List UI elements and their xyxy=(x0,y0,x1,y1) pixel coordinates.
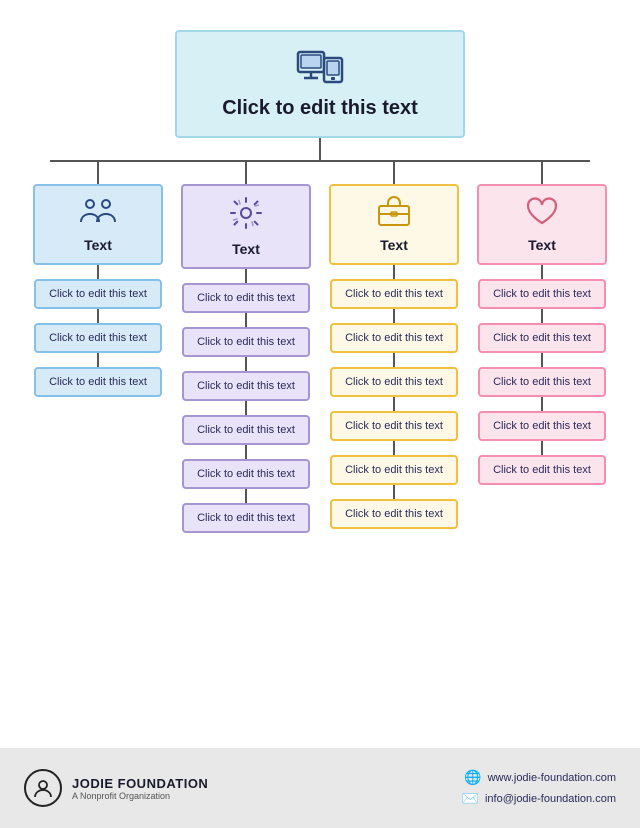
footer-right: 🌐 www.jodie-foundation.com ✉️ info@jodie… xyxy=(462,769,616,807)
branch-col-purple: Text Click to edit this text Click to edit… xyxy=(172,162,320,533)
leaf-node-purple-0[interactable]: Click to edit this text xyxy=(182,283,310,313)
leaf-node-pink-0[interactable]: Click to edit this text xyxy=(478,279,606,309)
leaf-connector-blue-2 xyxy=(97,353,99,367)
cat-node-pink[interactable]: Text xyxy=(477,184,607,265)
leaf-node-yellow-5[interactable]: Click to edit this text xyxy=(330,499,458,529)
leaf-node-purple-3[interactable]: Click to edit this text xyxy=(182,415,310,445)
leaf-connector-purple-5 xyxy=(245,489,247,503)
www-icon: 🌐 xyxy=(464,769,481,786)
cat-label-yellow: Text xyxy=(380,237,408,253)
leaf-node-purple-5[interactable]: Click to edit this text xyxy=(182,503,310,533)
website-text: www.jodie-foundation.com xyxy=(488,772,616,784)
briefcase-icon xyxy=(377,196,411,233)
leaf-node-blue-1[interactable]: Click to edit this text xyxy=(34,323,162,353)
leaf-node-pink-1[interactable]: Click to edit this text xyxy=(478,323,606,353)
leaf-connector-pink-0 xyxy=(541,265,543,279)
leaf-node-yellow-4[interactable]: Click to edit this text xyxy=(330,455,458,485)
branch-col-blue: Text Click to edit this text Click to edit… xyxy=(24,162,172,533)
branches-row: Text Click to edit this text Click to edit… xyxy=(20,162,620,533)
leaf-node-yellow-0[interactable]: Click to edit this text xyxy=(330,279,458,309)
leaf-connector-yellow-2 xyxy=(393,353,395,367)
footer-org-name: JODIE FOUNDATION A Nonprofit Organizatio… xyxy=(72,776,208,801)
cat-node-yellow[interactable]: Text xyxy=(329,184,459,265)
leaf-node-purple-2[interactable]: Click to edit this text xyxy=(182,371,310,401)
root-label: Click to edit this text xyxy=(222,97,418,120)
root-connector xyxy=(319,138,321,160)
leaf-connector-purple-4 xyxy=(245,445,247,459)
cat-node-blue[interactable]: Text xyxy=(33,184,163,265)
leaf-node-purple-4[interactable]: Click to edit this text xyxy=(182,459,310,489)
footer-left: JODIE FOUNDATION A Nonprofit Organizatio… xyxy=(24,769,208,807)
settings-icon xyxy=(229,196,263,237)
leaf-connector-pink-3 xyxy=(541,397,543,411)
leaf-connector-purple-1 xyxy=(245,313,247,327)
leaf-connector-yellow-0 xyxy=(393,265,395,279)
leaf-connector-blue-1 xyxy=(97,309,99,323)
leaf-node-yellow-1[interactable]: Click to edit this text xyxy=(330,323,458,353)
leaf-connector-purple-3 xyxy=(245,401,247,415)
footer: JODIE FOUNDATION A Nonprofit Organizatio… xyxy=(0,748,640,828)
leaf-connector-blue-0 xyxy=(97,265,99,279)
leaf-node-purple-1[interactable]: Click to edit this text xyxy=(182,327,310,357)
org-name: JODIE FOUNDATION xyxy=(72,776,208,791)
branch-col-pink: Text Click to edit this text Click to edit… xyxy=(468,162,616,533)
leaf-node-blue-0[interactable]: Click to edit this text xyxy=(34,279,162,309)
leaf-connector-yellow-3 xyxy=(393,397,395,411)
people-icon xyxy=(80,196,116,233)
branch-top-connector-yellow xyxy=(393,162,395,184)
leaf-node-pink-4[interactable]: Click to edit this text xyxy=(478,455,606,485)
email-text: info@jodie-foundation.com xyxy=(485,793,616,805)
leaf-connector-pink-2 xyxy=(541,353,543,367)
leaf-node-yellow-3[interactable]: Click to edit this text xyxy=(330,411,458,441)
branch-top-connector-purple xyxy=(245,162,247,184)
root-node[interactable]: Click to edit this text xyxy=(175,30,465,138)
leaf-connector-yellow-5 xyxy=(393,485,395,499)
leaf-connector-yellow-4 xyxy=(393,441,395,455)
logo-circle xyxy=(24,769,62,807)
email-row: ✉️ info@jodie-foundation.com xyxy=(462,790,616,807)
leaf-node-pink-2[interactable]: Click to edit this text xyxy=(478,367,606,397)
leaf-connector-pink-1 xyxy=(541,309,543,323)
website-row: 🌐 www.jodie-foundation.com xyxy=(464,769,616,786)
leaf-node-yellow-2[interactable]: Click to edit this text xyxy=(330,367,458,397)
cat-label-blue: Text xyxy=(84,237,112,253)
heart-icon xyxy=(525,196,559,233)
computer-icon xyxy=(296,50,344,97)
leaf-connector-purple-2 xyxy=(245,357,247,371)
cat-label-purple: Text xyxy=(232,241,260,257)
branch-top-connector-pink xyxy=(541,162,543,184)
leaf-connector-purple-0 xyxy=(245,269,247,283)
leaf-connector-pink-4 xyxy=(541,441,543,455)
leaf-node-pink-3[interactable]: Click to edit this text xyxy=(478,411,606,441)
branch-col-yellow: Text Click to edit this text Click to edit… xyxy=(320,162,468,533)
leaf-connector-yellow-1 xyxy=(393,309,395,323)
cat-node-purple[interactable]: Text xyxy=(181,184,311,269)
main-content: Click to edit this text Text Click to edi… xyxy=(0,0,640,748)
org-sub: A Nonprofit Organization xyxy=(72,791,208,801)
email-icon: ✉️ xyxy=(462,790,479,807)
leaf-node-blue-2[interactable]: Click to edit this text xyxy=(34,367,162,397)
branch-top-connector-blue xyxy=(97,162,99,184)
cat-label-pink: Text xyxy=(528,237,556,253)
